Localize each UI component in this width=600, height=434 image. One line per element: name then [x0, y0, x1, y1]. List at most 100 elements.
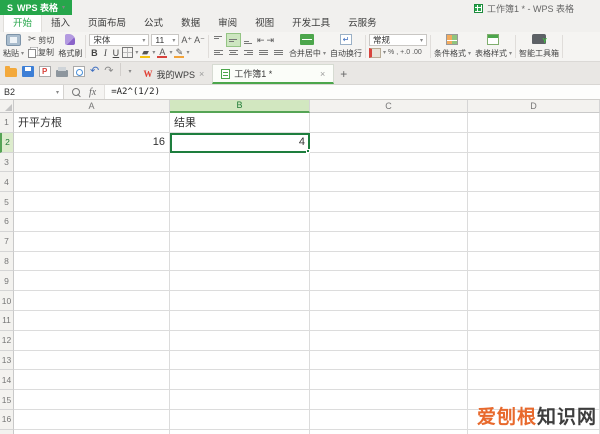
row-header-17[interactable]: 17: [0, 429, 14, 434]
cell-A12[interactable]: [14, 330, 170, 351]
cell-C13[interactable]: [310, 350, 468, 371]
cell-B10[interactable]: [170, 291, 310, 311]
fill-color-button[interactable]: ▰: [140, 48, 151, 59]
row-header-2[interactable]: 2: [0, 132, 14, 153]
cell-A13[interactable]: [14, 350, 170, 371]
menu-tab-view[interactable]: 视图: [246, 13, 283, 32]
cell-B15[interactable]: [170, 390, 310, 410]
cell-A11[interactable]: [14, 310, 170, 331]
font-color-caret-icon[interactable]: ▾: [169, 49, 172, 56]
increase-indent-button[interactable]: ⇥: [266, 35, 274, 46]
print-preview-icon[interactable]: [73, 66, 85, 77]
cell-C2[interactable]: [310, 132, 468, 153]
cell-D6[interactable]: [468, 211, 600, 232]
name-box-caret-icon[interactable]: ▾: [56, 89, 59, 96]
percent-style-button[interactable]: %: [388, 49, 394, 56]
increase-decimal-button[interactable]: +.0: [400, 49, 410, 56]
cell-B2[interactable]: 4: [170, 132, 310, 153]
cell-D5[interactable]: [468, 192, 600, 212]
cell-A1[interactable]: 开平方根: [14, 113, 170, 133]
redo-icon[interactable]: ↷: [104, 66, 113, 77]
row-header-1[interactable]: 1: [0, 113, 14, 133]
justify-button[interactable]: [257, 47, 270, 59]
row-header-9[interactable]: 9: [0, 271, 14, 292]
currency-caret-icon[interactable]: ▾: [383, 49, 386, 56]
cell-B12[interactable]: [170, 330, 310, 351]
row-header-10[interactable]: 10: [0, 291, 14, 311]
cell-C1[interactable]: [310, 113, 468, 133]
borders-caret-icon[interactable]: ▾: [135, 49, 138, 56]
number-format-select[interactable]: 常规 ▾: [368, 34, 427, 47]
copy-button[interactable]: 复制: [28, 47, 54, 60]
select-all-corner[interactable]: [0, 100, 14, 113]
cell-C3[interactable]: [310, 152, 468, 173]
cell-A6[interactable]: [14, 211, 170, 232]
format-painter-button[interactable]: 格式刷: [56, 33, 84, 60]
merge-center-button[interactable]: 合并居中 ▾: [287, 33, 328, 60]
cell-D17[interactable]: [468, 429, 600, 434]
table-style-button[interactable]: 表格样式 ▾: [473, 33, 514, 60]
cell-A10[interactable]: [14, 291, 170, 311]
cell-B14[interactable]: [170, 370, 310, 391]
save-icon[interactable]: [22, 66, 34, 77]
row-header-15[interactable]: 15: [0, 390, 14, 410]
cell-C4[interactable]: [310, 172, 468, 193]
smart-toolbox-button[interactable]: 智能工具箱: [517, 33, 561, 60]
wrap-text-button[interactable]: ↵ 自动换行: [328, 33, 364, 60]
cell-D7[interactable]: [468, 231, 600, 252]
fill-handle[interactable]: [306, 148, 310, 153]
paste-button[interactable]: 粘贴 ▾: [1, 33, 26, 60]
cell-C7[interactable]: [310, 231, 468, 252]
cell-B6[interactable]: [170, 211, 310, 232]
wps-logo[interactable]: S WPS 表格 ▾: [0, 0, 73, 15]
cell-A7[interactable]: [14, 231, 170, 252]
menu-tab-page-layout[interactable]: 页面布局: [79, 13, 135, 32]
cell-C8[interactable]: [310, 251, 468, 272]
cell-D14[interactable]: [468, 370, 600, 391]
cell-B3[interactable]: [170, 152, 310, 173]
cut-button[interactable]: ✂ 剪切: [28, 34, 54, 47]
cell-C16[interactable]: [310, 409, 468, 430]
row-header-5[interactable]: 5: [0, 192, 14, 212]
italic-button[interactable]: I: [101, 48, 109, 58]
cell-A9[interactable]: [14, 271, 170, 292]
cell-D9[interactable]: [468, 271, 600, 292]
cell-A16[interactable]: [14, 409, 170, 430]
cell-C12[interactable]: [310, 330, 468, 351]
cell-D13[interactable]: [468, 350, 600, 371]
insert-function-icon[interactable]: fx: [89, 87, 96, 98]
column-header-D[interactable]: D: [468, 100, 600, 113]
underline-button[interactable]: U: [111, 48, 120, 58]
decrease-indent-button[interactable]: ⇤: [257, 35, 265, 46]
menu-tab-cloud[interactable]: 云服务: [339, 13, 386, 32]
cell-D2[interactable]: [468, 132, 600, 153]
cell-B16[interactable]: [170, 409, 310, 430]
row-header-16[interactable]: 16: [0, 409, 14, 430]
borders-icon[interactable]: [122, 47, 134, 59]
font-color-button[interactable]: A: [157, 48, 168, 59]
cell-B9[interactable]: [170, 271, 310, 292]
align-bottom-button[interactable]: [242, 34, 255, 46]
column-header-A[interactable]: A: [14, 100, 170, 113]
zoom-formula-icon[interactable]: [72, 87, 81, 97]
cell-D12[interactable]: [468, 330, 600, 351]
close-tab-icon[interactable]: ×: [320, 69, 325, 79]
distribute-button[interactable]: [272, 47, 285, 59]
cell-A3[interactable]: [14, 152, 170, 173]
row-header-12[interactable]: 12: [0, 330, 14, 351]
close-tab-icon[interactable]: ×: [199, 69, 204, 79]
comma-style-button[interactable]: ,: [396, 49, 398, 56]
logo-caret-icon[interactable]: ▾: [62, 4, 65, 11]
font-name-select[interactable]: 宋体 ▾: [89, 34, 150, 47]
cell-C17[interactable]: [310, 429, 468, 434]
align-right-button[interactable]: [242, 47, 255, 59]
menu-tab-data[interactable]: 数据: [172, 13, 209, 32]
print-icon[interactable]: [56, 66, 68, 77]
name-box[interactable]: B2 ▾: [0, 85, 64, 99]
cell-A14[interactable]: [14, 370, 170, 391]
column-header-C[interactable]: C: [310, 100, 468, 113]
cell-C9[interactable]: [310, 271, 468, 292]
cell-C14[interactable]: [310, 370, 468, 391]
cell-D11[interactable]: [468, 310, 600, 331]
cell-B4[interactable]: [170, 172, 310, 193]
